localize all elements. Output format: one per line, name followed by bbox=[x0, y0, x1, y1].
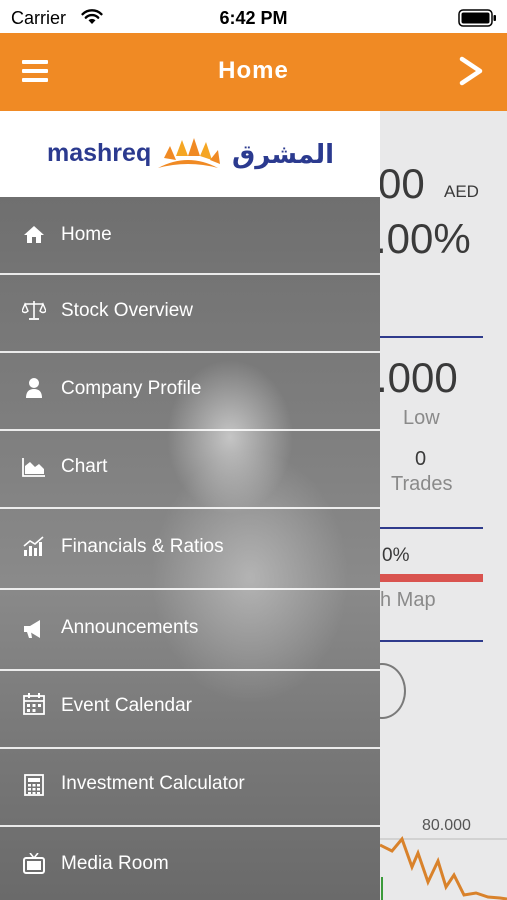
home-icon bbox=[24, 226, 44, 243]
scale-icon bbox=[22, 301, 46, 320]
menu-item-label: Stock Overview bbox=[61, 300, 193, 321]
percent-value: 0% bbox=[382, 545, 410, 566]
megaphone-icon bbox=[24, 620, 40, 638]
clock: 6:42 PM bbox=[219, 8, 288, 28]
trades-label: Trades bbox=[391, 473, 453, 495]
person-icon bbox=[26, 378, 42, 398]
menu-item-chart[interactable]: Chart bbox=[0, 431, 380, 507]
low-value: .000 bbox=[376, 354, 458, 401]
price-chart bbox=[380, 836, 507, 900]
svg-text:المشرق: المشرق bbox=[232, 140, 334, 170]
chevron-right-icon[interactable] bbox=[459, 55, 485, 87]
menu-item-home[interactable]: Home bbox=[0, 197, 380, 273]
change-percent: .00% bbox=[375, 215, 471, 262]
menu-item-stock-overview[interactable]: Stock Overview bbox=[0, 275, 380, 351]
mashreq-logo: mashreq المشرق bbox=[0, 111, 380, 197]
menu-item-label: Announcements bbox=[61, 617, 199, 638]
menu-item-label: Chart bbox=[61, 456, 108, 477]
menu-item-label: Event Calendar bbox=[61, 695, 192, 716]
drawer-menu: Home Stock Overview Company Profile Char… bbox=[0, 197, 380, 900]
status-bar: Carrier 6:42 PM bbox=[0, 0, 507, 33]
low-label: Low bbox=[403, 407, 440, 429]
menu-item-label: Investment Calculator bbox=[61, 773, 245, 794]
heat-bar bbox=[380, 574, 483, 582]
menu-item-label: Home bbox=[61, 224, 112, 245]
price-value: 00 bbox=[378, 160, 425, 207]
menu-item-investment-calculator[interactable]: Investment Calculator bbox=[0, 749, 380, 825]
menu-item-event-calendar[interactable]: Event Calendar bbox=[0, 671, 380, 747]
side-drawer: mashreq المشرق Home Stock Overview Compa… bbox=[0, 111, 380, 900]
menu-item-financials-ratios[interactable]: Financials & Ratios bbox=[0, 509, 380, 588]
calculator-icon bbox=[24, 774, 44, 796]
menu-item-label: Media Room bbox=[61, 853, 169, 874]
calendar-icon bbox=[23, 693, 45, 715]
menu-item-company-profile[interactable]: Company Profile bbox=[0, 353, 380, 429]
nav-bar: Home bbox=[0, 33, 507, 111]
logo-image: mashreq المشرق bbox=[47, 138, 334, 170]
currency-label: AED bbox=[444, 182, 479, 201]
battery-icon bbox=[458, 9, 496, 27]
divider-line bbox=[380, 640, 483, 642]
menu-item-media-room[interactable]: Media Room bbox=[0, 827, 380, 900]
divider-line bbox=[380, 527, 483, 529]
divider-line bbox=[380, 336, 483, 338]
svg-text:mashreq: mashreq bbox=[47, 139, 151, 167]
area-chart-icon bbox=[22, 458, 45, 477]
tv-icon bbox=[23, 853, 45, 874]
menu-item-announcements[interactable]: Announcements bbox=[0, 590, 380, 669]
menu-item-label: Company Profile bbox=[61, 378, 202, 399]
page-title: Home bbox=[218, 57, 289, 84]
trades-value: 0 bbox=[415, 448, 427, 470]
menu-item-label: Financials & Ratios bbox=[61, 536, 224, 557]
bar-chart-icon bbox=[23, 536, 44, 556]
heat-map-label: h Map bbox=[380, 589, 436, 611]
